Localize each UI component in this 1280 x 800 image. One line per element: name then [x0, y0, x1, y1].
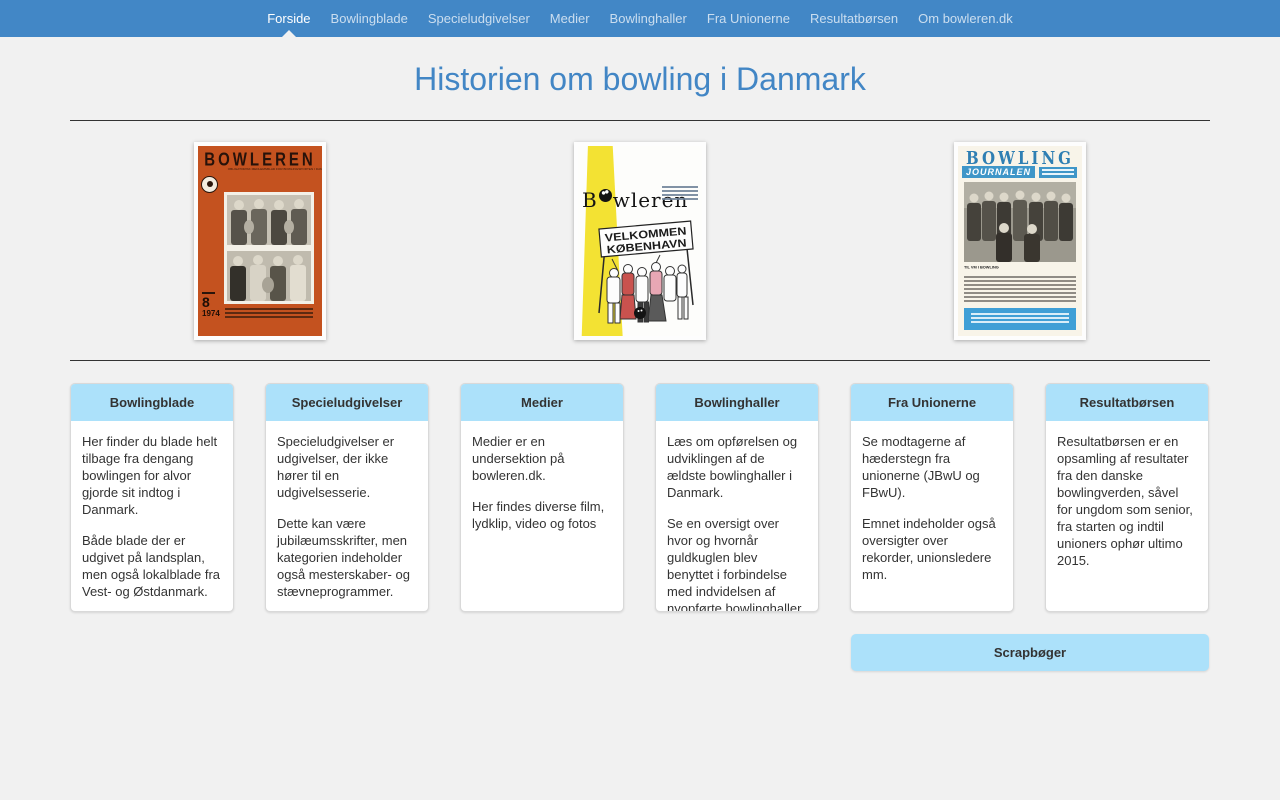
- cover1-bw-team-photo: [227, 195, 311, 301]
- cover3-artwork: BOWLING JOURNALEN TIL VM I BOWLING: [958, 146, 1082, 336]
- page-title: Historien om bowling i Danmark: [414, 61, 866, 97]
- main-content: Historien om bowling i Danmark BOWLEREN …: [70, 61, 1210, 671]
- top-navbar: Forside Bowlingblade Specieludgivelser M…: [0, 0, 1280, 37]
- card-paragraph: Specieludgivelser er udgivelser, der ikk…: [277, 434, 395, 500]
- cover2-artwork: Bwleren VELKOMMEN KØBENHAVN: [578, 146, 702, 336]
- cover3-issue-box: [1039, 166, 1078, 178]
- card-medier-header[interactable]: Medier: [461, 384, 623, 421]
- card-paragraph: Læs om opførelsen og udviklingen af de æ…: [667, 434, 798, 500]
- cover1-artwork: BOWLEREN OBLIGATORISK MEDLEMSBLAD FOR BO…: [198, 146, 322, 336]
- cover3-masthead-line2: JOURNALEN: [962, 166, 1036, 178]
- card-fra-unionerne-header[interactable]: Fra Unionerne: [851, 384, 1013, 421]
- card-paragraph: Se modtagerne af hæderstegn fra unionern…: [862, 434, 980, 500]
- topic-cards-row: Bowlingblade Her finder du blade helt ti…: [70, 383, 1210, 612]
- cover-bowleren-1974[interactable]: BOWLEREN OBLIGATORISK MEDLEMSBLAD FOR BO…: [194, 142, 326, 340]
- card-resultatboersen[interactable]: Resultatbørsen Resultatbørsen er en opsa…: [1045, 383, 1209, 612]
- nav-item-bowlinghaller[interactable]: Bowlinghaller: [600, 0, 697, 37]
- cover3-paragraph-lines: [964, 276, 1076, 302]
- nav-item-bowlingblade[interactable]: Bowlingblade: [321, 0, 418, 37]
- cover3-photo-heading: TIL VM I BOWLING: [964, 266, 999, 270]
- card-specieludgivelser-body: Specieludgivelser er udgivelser, der ikk…: [266, 421, 428, 611]
- cover-slot-1: BOWLEREN OBLIGATORISK MEDLEMSBLAD FOR BO…: [70, 142, 450, 340]
- card-bowlingblade[interactable]: Bowlingblade Her finder du blade helt ti…: [70, 383, 234, 612]
- card-bowlingblade-header[interactable]: Bowlingblade: [71, 384, 233, 421]
- card-bowlingblade-body: Her finder du blade helt tilbage fra den…: [71, 421, 233, 611]
- card-resultatboersen-header[interactable]: Resultatbørsen: [1046, 384, 1208, 421]
- cover2-issue-info-lines: [662, 186, 698, 202]
- card-paragraph: Se en oversigt over hvor og hvornår guld…: [667, 516, 805, 612]
- cover-bowleren-velkommen[interactable]: Bwleren VELKOMMEN KØBENHAVN: [574, 142, 706, 340]
- nav-item-om-bowleren-dk[interactable]: Om bowleren.dk: [908, 0, 1023, 37]
- nav-item-forside[interactable]: Forside: [257, 0, 320, 37]
- cover2-cartoon-crowd: VELKOMMEN KØBENHAVN: [594, 209, 698, 334]
- card-specieludgivelser-header[interactable]: Specieludgivelser: [266, 384, 428, 421]
- cover-slot-2: Bwleren VELKOMMEN KØBENHAVN: [450, 142, 830, 340]
- cover3-masthead-row2: JOURNALEN: [962, 166, 1078, 178]
- magazine-covers-row: BOWLEREN OBLIGATORISK MEDLEMSBLAD FOR BO…: [70, 121, 1210, 360]
- card-paragraph: Resultatbørsen er en opsamling af result…: [1057, 434, 1193, 568]
- card-bowlinghaller[interactable]: Bowlinghaller Læs om opførelsen og udvik…: [655, 383, 819, 612]
- card-bowlinghaller-body: Læs om opførelsen og udviklingen af de æ…: [656, 421, 818, 612]
- cover1-issue-year: 1974: [202, 309, 220, 318]
- card-fra-unionerne[interactable]: Fra Unionerne Se modtagerne af hædersteg…: [850, 383, 1014, 612]
- scrapbooks-banner[interactable]: Scrapbøger: [851, 634, 1209, 671]
- card-paragraph: Dette kan være jubilæumsskrifter, men ka…: [277, 516, 410, 599]
- nav-item-resultatboersen[interactable]: Resultatbørsen: [800, 0, 908, 37]
- card-medier[interactable]: Medier Medier er en undersektion på bowl…: [460, 383, 624, 612]
- bowling-club-logo-icon: [201, 176, 218, 193]
- card-paragraph: Her findes diverse film, lydklip, video …: [472, 499, 605, 531]
- nav-item-specieludgivelser[interactable]: Specieludgivelser: [418, 0, 540, 37]
- card-paragraph: Både blade der er udgivet på landsplan, …: [82, 533, 221, 599]
- card-resultatboersen-body: Resultatbørsen er en opsamling af result…: [1046, 421, 1208, 581]
- card-paragraph: Medier er en undersektion på bowleren.dk…: [472, 434, 565, 483]
- cover1-issue-block: 8 1974: [202, 292, 220, 318]
- bowling-ball-icon: [598, 189, 612, 202]
- card-fra-unionerne-body: Se modtagerne af hæderstegn fra unionern…: [851, 421, 1013, 595]
- card-specieludgivelser[interactable]: Specieludgivelser Specieludgivelser er u…: [265, 383, 429, 612]
- cover-bowling-journalen[interactable]: BOWLING JOURNALEN TIL VM I BOWLING: [954, 142, 1086, 340]
- cover1-caption-lines: [225, 308, 313, 318]
- divider-bottom: [70, 360, 1210, 361]
- nav-item-fra-unionerne[interactable]: Fra Unionerne: [697, 0, 800, 37]
- cover3-blue-notice-box: [964, 308, 1076, 330]
- nav-item-label: Forside: [267, 11, 311, 26]
- cover1-issue-number: 8: [202, 294, 210, 310]
- card-medier-body: Medier er en undersektion på bowleren.dk…: [461, 421, 623, 544]
- nav-item-medier[interactable]: Medier: [540, 0, 600, 37]
- card-paragraph: Her finder du blade helt tilbage fra den…: [82, 434, 218, 517]
- cover3-bw-group-photo: [964, 182, 1076, 267]
- card-paragraph: Emnet indeholder også oversigter over re…: [862, 516, 996, 582]
- scrapbooks-label: Scrapbøger: [993, 645, 1067, 660]
- cover-slot-3: BOWLING JOURNALEN TIL VM I BOWLING: [830, 142, 1210, 340]
- cover1-photo-frame: [224, 192, 314, 304]
- cover1-subtitle: OBLIGATORISK MEDLEMSBLAD FOR BOWLINGSPOR…: [227, 168, 322, 172]
- active-tab-caret-icon: [281, 30, 296, 37]
- card-bowlinghaller-header[interactable]: Bowlinghaller: [656, 384, 818, 421]
